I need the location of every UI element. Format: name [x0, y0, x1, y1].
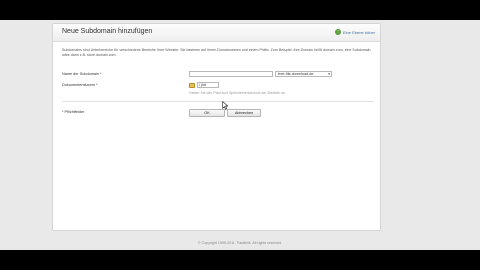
- domain-select-value: free-file-download.de: [278, 72, 314, 76]
- subdomain-name-input[interactable]: [189, 71, 273, 77]
- document-root-hint: Geben Sie den Pfad zum Speicherverzeichn…: [189, 91, 286, 95]
- arrow-up-icon: ↑: [334, 29, 341, 35]
- ok-button[interactable]: OK: [189, 109, 225, 117]
- copyright-footer: © Copyright 1999-2011. Parallels. All ri…: [197, 241, 283, 245]
- page-title: Neue Subdomain hinzufügen: [62, 28, 153, 35]
- document-root-label: Dokumentenstamm *: [62, 83, 98, 87]
- panel-header: Neue Subdomain hinzufügen ↑ Eine Ebene h…: [53, 24, 380, 42]
- required-fields-note: * Pflichtfelder: [62, 110, 85, 114]
- document-root-input[interactable]: / (htt: [197, 82, 219, 88]
- cancel-button[interactable]: Abbrechen: [227, 109, 261, 117]
- domain-select[interactable]: free-file-download.de ▾: [275, 71, 332, 77]
- add-subdomain-panel: Neue Subdomain hinzufügen ↑ Eine Ebene h…: [52, 23, 381, 231]
- folder-icon[interactable]: [189, 82, 195, 88]
- up-level-label: Eine Ebene höher: [342, 29, 375, 35]
- up-level-link[interactable]: ↑ Eine Ebene höher: [334, 29, 375, 35]
- document-root-field: / (htt: [189, 82, 219, 88]
- subdomain-name-label: Name der Subdomain *: [62, 72, 102, 76]
- divider: [62, 101, 374, 102]
- mouse-cursor-icon: [222, 101, 228, 110]
- chevron-down-icon: ▾: [328, 72, 330, 76]
- intro-text: Subdomains sind Unterbereiche für versch…: [62, 48, 371, 57]
- browser-viewport: Neue Subdomain hinzufügen ↑ Eine Ebene h…: [0, 20, 480, 250]
